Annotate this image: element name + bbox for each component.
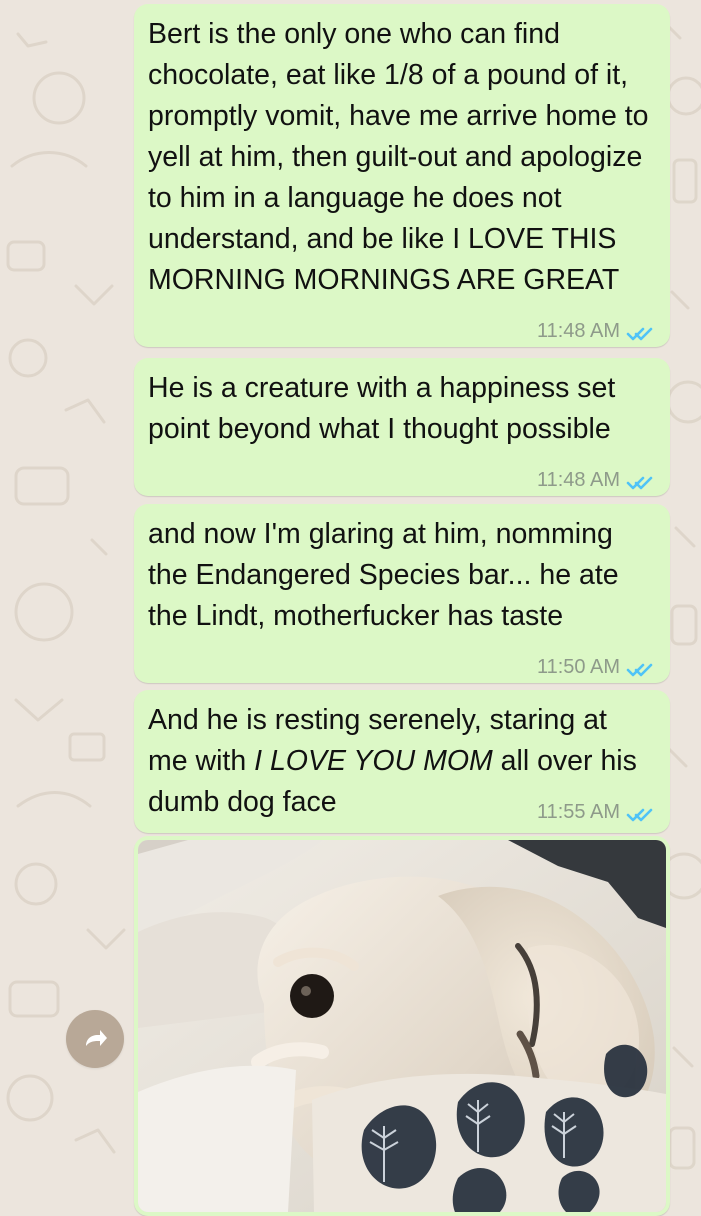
photo-message[interactable] bbox=[134, 836, 670, 1216]
dog-photo[interactable] bbox=[138, 840, 666, 1212]
message-text: He is a creature with a happiness set po… bbox=[148, 372, 616, 445]
message-bubble[interactable]: And he is resting serenely, staring at m… bbox=[134, 690, 670, 833]
message-bubble[interactable]: and now I'm glaring at him, nomming the … bbox=[134, 504, 670, 683]
message-text-italic: I LOVE YOU MOM bbox=[254, 745, 493, 777]
message-time: 11:55 AM bbox=[536, 801, 620, 823]
double-check-icon bbox=[626, 806, 654, 824]
double-check-icon bbox=[626, 661, 654, 679]
message-time: 11:50 AM bbox=[536, 656, 620, 678]
message-text: and now I'm glaring at him, nomming the … bbox=[148, 518, 619, 632]
message-time: 11:48 AM bbox=[536, 320, 620, 342]
message-meta: 11:55 AM bbox=[537, 794, 654, 824]
message-bubble[interactable]: He is a creature with a happiness set po… bbox=[134, 358, 670, 496]
double-check-icon bbox=[626, 474, 654, 492]
message-time: 11:48 AM bbox=[536, 469, 620, 491]
double-check-icon bbox=[626, 325, 654, 343]
message-bubble[interactable]: Bert is the only one who can find chocol… bbox=[134, 4, 670, 347]
dog-photo-illustration bbox=[138, 840, 666, 1212]
message-meta: 11:50 AM bbox=[537, 649, 654, 679]
forward-button[interactable] bbox=[66, 1010, 124, 1068]
message-text: Bert is the only one who can find chocol… bbox=[148, 18, 649, 296]
message-meta: 11:48 AM bbox=[537, 313, 654, 343]
message-meta: 11:48 AM bbox=[537, 462, 654, 492]
forward-icon bbox=[86, 1030, 107, 1046]
